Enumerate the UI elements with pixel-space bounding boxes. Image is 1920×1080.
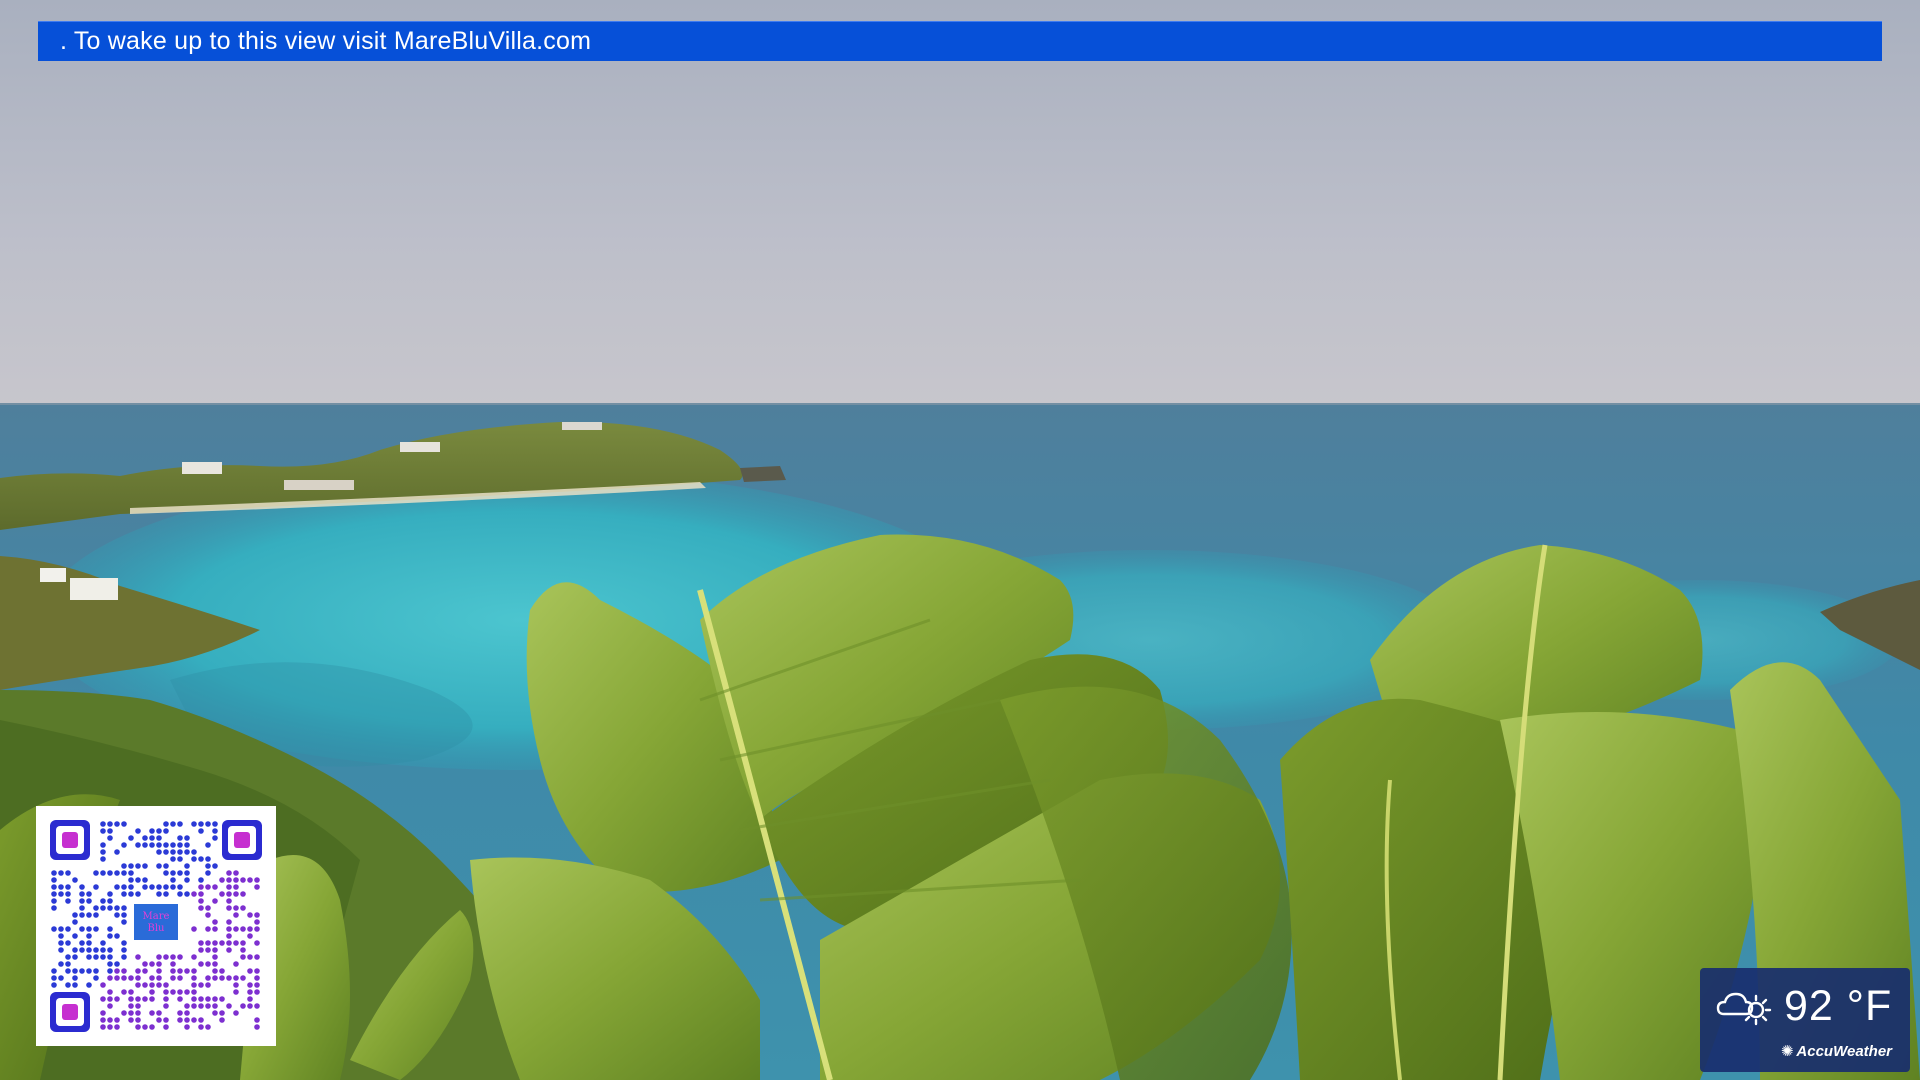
qr-code[interactable]: Mare Blu — [36, 806, 276, 1046]
accuweather-logo: ✺ AccuWeather — [1780, 1042, 1892, 1061]
promo-banner: . To wake up to this view visit MareBluV… — [38, 21, 1882, 61]
qr-code-image: Mare Blu — [50, 820, 262, 1032]
partly-cloudy-sun-icon — [1716, 992, 1772, 1026]
sun-burst-icon: ✺ — [1780, 1043, 1794, 1060]
webcam-scene — [0, 0, 1920, 1080]
temperature-value: 92 °F — [1784, 982, 1893, 1030]
qr-logo-line-1: Mare — [143, 911, 170, 922]
promo-banner-text: . To wake up to this view visit MareBluV… — [60, 27, 592, 55]
weather-brand-label: AccuWeather — [1796, 1042, 1892, 1060]
qr-logo-line-2: Blu — [148, 923, 166, 934]
weather-widget[interactable]: 92 °F ✺ AccuWeather — [1700, 968, 1910, 1072]
